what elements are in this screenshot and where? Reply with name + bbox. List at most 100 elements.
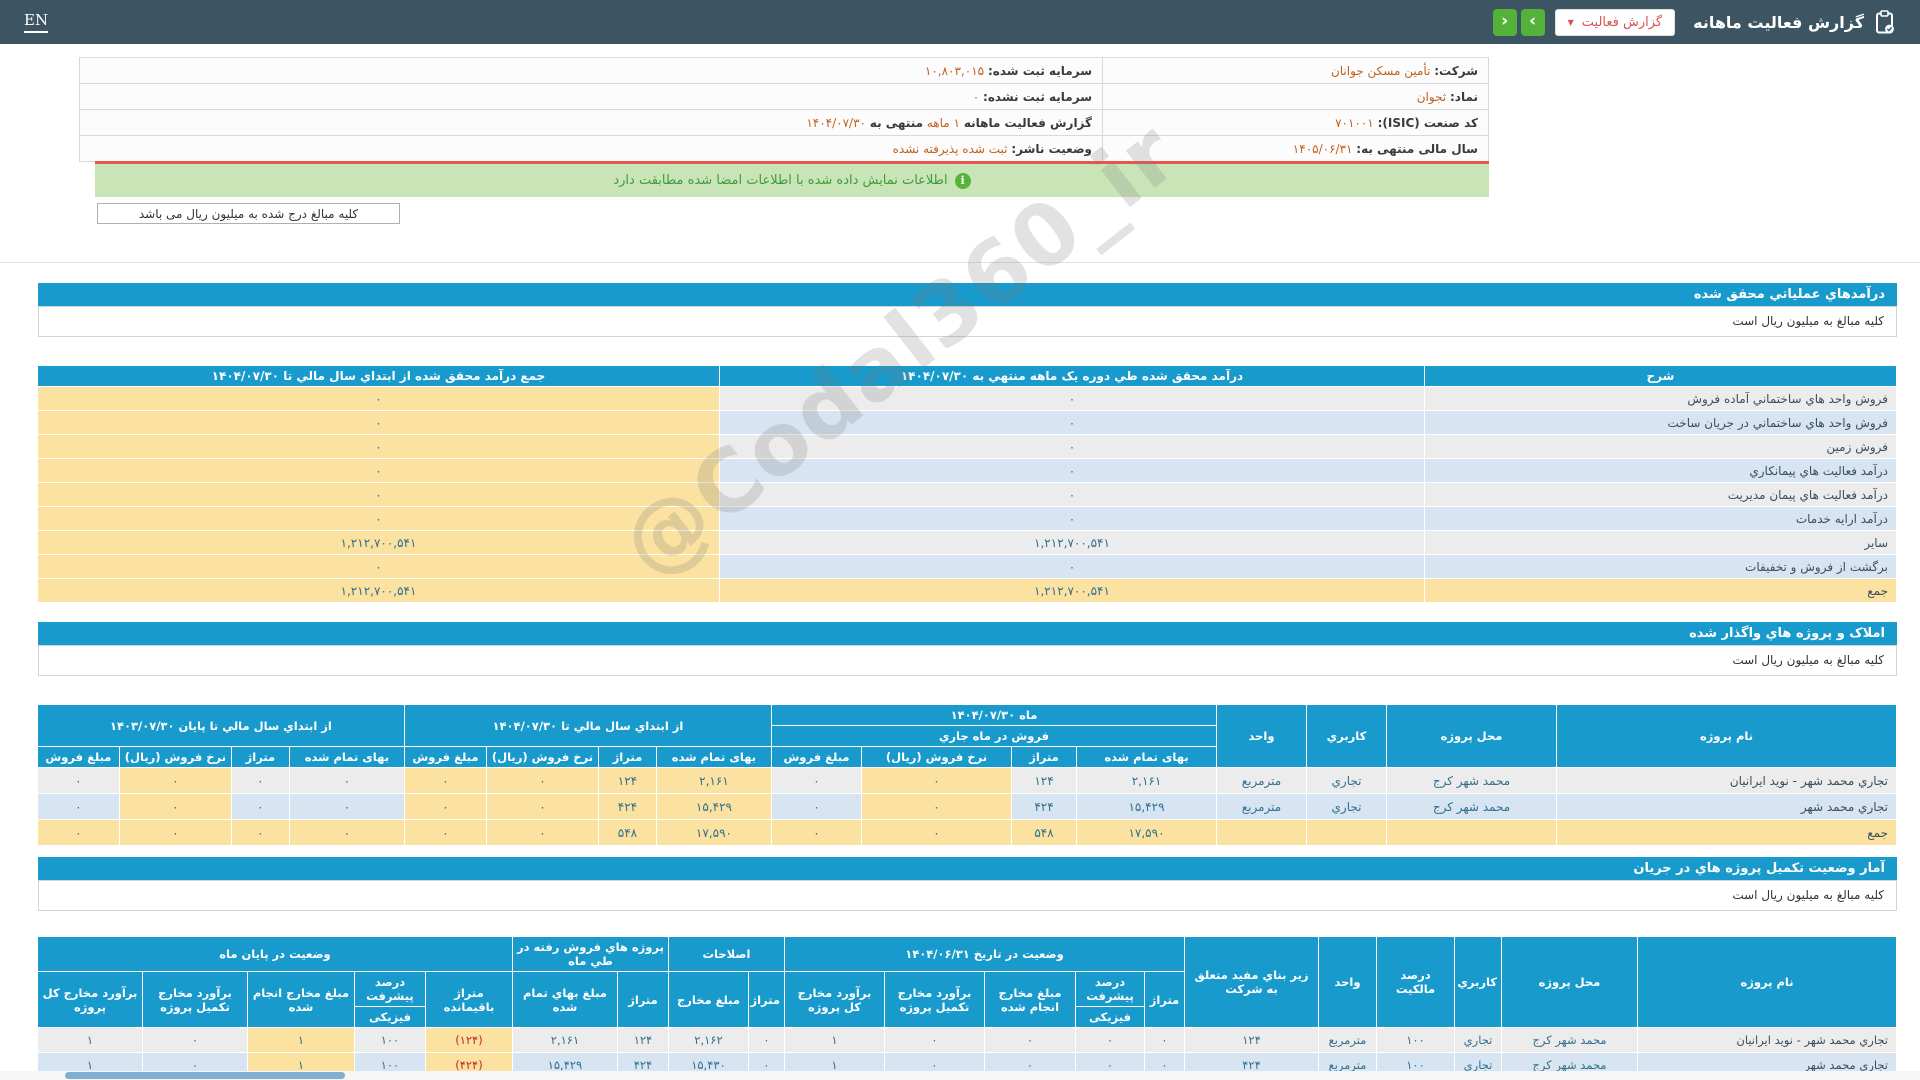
table-cell: ۲,۱۶۲	[668, 1028, 748, 1053]
table-cell: ۰	[1145, 1028, 1185, 1053]
amounts-unit-note: کلیه مبالغ درج شده به میلیون ریال می باش…	[97, 203, 400, 224]
table-cell: محمد شهر کرج	[1502, 1028, 1638, 1053]
table-cell: تجاري	[1307, 768, 1387, 794]
chevron-down-icon: ▼	[1568, 18, 1574, 27]
table-cell: ۱۲۴	[1012, 768, 1077, 794]
table-cell: درآمد فعاليت هاي پيمانکاري	[1425, 459, 1897, 483]
table-cell: ۰	[37, 820, 119, 846]
clipboard-report-icon	[1874, 10, 1896, 34]
report-type-dropdown[interactable]: گزارش فعالیت ▼	[1555, 9, 1676, 36]
company-info-panel: شرکت: تأمین مسکن جوانان سرمایه ثبت شده: …	[80, 57, 1489, 162]
table-row: ساير۱,۲۱۲,۷۰۰,۵۴۱۱,۲۱۲,۷۰۰,۵۴۱	[38, 531, 1897, 555]
table-cell: ۰	[720, 435, 1425, 459]
table-cell: مترمربع	[1217, 768, 1307, 794]
table-cell: مترمربع	[1217, 794, 1307, 820]
table-header: نام پروژه محل پروژه کاربري واحد ماه ۱۴۰۴…	[37, 705, 1896, 768]
col-area: متراژ	[231, 747, 289, 768]
col-ownership-percent: درصد مالکیت	[1377, 937, 1455, 1028]
col-unit: واحد	[1319, 937, 1377, 1028]
table-cell: ۱۰۰	[354, 1028, 425, 1053]
table-cell: محمد شهر کرج	[1387, 794, 1557, 820]
table-row: درآمد فعاليت هاي پيمانکاري۰۰	[38, 459, 1897, 483]
registered-capital-cell: سرمایه ثبت شده: ۱۰,۸۰۳,۰۱۵	[80, 58, 1103, 84]
company-value: تأمین مسکن جوانان	[1331, 64, 1430, 78]
horizontal-scrollbar[interactable]	[0, 1071, 1920, 1080]
col-cumulative-revenue: جمع درآمد محقق شده از ابتداي سال مالي تا…	[38, 366, 720, 387]
table-cell: ۰	[404, 768, 486, 794]
table-cell: (۱۲۴)	[425, 1028, 512, 1053]
section-header-transferred-projects: املاک و پروژه هاي واگذار شده	[38, 622, 1897, 645]
col-project-name: نام پروژه	[1557, 705, 1897, 768]
table-cell: ۱۲۴	[617, 1028, 668, 1053]
col-description: شرح	[1425, 366, 1897, 387]
table-cell: ۰	[38, 411, 720, 435]
col-rate: نرخ فروش (ریال)	[119, 747, 231, 768]
table-cell: ۱۷,۵۹۰	[1077, 820, 1217, 846]
col-area: متراژ	[1145, 972, 1185, 1028]
language-toggle-en[interactable]: EN	[24, 11, 48, 33]
report-type-label: گزارش فعالیت	[1582, 15, 1662, 30]
table-row: درآمد ارايه خدمات۰۰	[38, 507, 1897, 531]
subgroup-current-month-sales: فروش در ماه جاري	[771, 726, 1216, 747]
table-body: فروش واحد هاي ساختماني آماده فروش۰۰فروش …	[38, 387, 1897, 603]
next-report-button[interactable]: ›	[1521, 9, 1545, 36]
table-cell: ۱,۲۱۲,۷۰۰,۵۴۱	[720, 579, 1425, 603]
table-cell: ۰	[771, 794, 861, 820]
table-row: سال مالی منتهی به: ۱۴۰۵/۰۶/۳۱ وضعیت ناشر…	[80, 136, 1489, 162]
col-adjustment-amount: مبلغ مخارج	[668, 972, 748, 1028]
table-cell: فروش زمين	[1425, 435, 1897, 459]
report-period-cell: گزارش فعالیت ماهانه ۱ ماهه منتهی به ۱۴۰۴…	[80, 110, 1103, 136]
col-cost: بهای تمام شده	[1077, 747, 1217, 768]
table-cell: ۲,۱۶۱	[656, 768, 771, 794]
table-cell: ۰	[38, 387, 720, 411]
horizontal-scrollbar-thumb[interactable]	[65, 1072, 345, 1079]
previous-report-button[interactable]: ‹	[1493, 9, 1517, 36]
table-cell: ۰	[720, 411, 1425, 435]
section-header-inprogress-projects: آمار وضعیت تکمیل پروژه هاي در جریان	[38, 857, 1897, 880]
table-cell: جمع	[1425, 579, 1897, 603]
col-useful-area: زیر بناي مفید متعلق به شرکت	[1185, 937, 1319, 1028]
col-estimated-total-cost: برآورد مخارج کل پروژه	[784, 972, 884, 1028]
publisher-status-cell: وضعیت ناشر: ثبت شده پذیرفته نشده	[80, 136, 1103, 162]
table-cell: ۰	[985, 1028, 1076, 1053]
inprogress-projects-table: نام پروژه محل پروژه کاربري درصد مالکیت و…	[37, 936, 1897, 1080]
table-row: فروش واحد هاي ساختماني در جريان ساخت۰۰	[38, 411, 1897, 435]
table-cell: جمع	[1557, 820, 1897, 846]
col-month-revenue: درآمد محقق شده طي دوره يک ماهه منتهي به …	[720, 366, 1425, 387]
table-row: نماد: ثجوان سرمایه ثبت نشده: ۰	[80, 84, 1489, 110]
table-row: تجاري محمد شهر - نوید ایرانیانمحمد شهر ک…	[37, 1028, 1896, 1053]
table-cell: ۱	[247, 1028, 354, 1053]
col-estimated-remaining-cost: برآورد مخارج تکمیل پروژه	[885, 972, 985, 1028]
table-cell: ۱,۲۱۲,۷۰۰,۵۴۱	[720, 531, 1425, 555]
report-content: درآمدهاي عملياتي محقق شده کلیه مبالغ به …	[38, 283, 1897, 1080]
table-cell: ۰	[771, 820, 861, 846]
table-cell: ۴۲۴	[1012, 794, 1077, 820]
info-icon: i	[955, 173, 971, 189]
col-sold-cost: مبلغ بهاي تمام شده	[512, 972, 617, 1028]
group-prev-ytd: از ابتداي سال مالي تا پایان ۱۴۰۳/۰۷/۳۰	[37, 705, 404, 747]
section3-unit-note: کلیه مبالغ به میلیون ریال است	[38, 880, 1897, 911]
unregistered-capital-cell: سرمایه ثبت نشده: ۰	[80, 84, 1103, 110]
col-area: متراژ	[1012, 747, 1077, 768]
table-cell: ۰	[862, 768, 1012, 794]
report-period-length: ۱ ماهه	[927, 116, 960, 130]
table-cell: ۰	[119, 794, 231, 820]
col-spent-amount: مبلغ مخارج انجام شده	[247, 972, 354, 1028]
table-cell: برگشت از فروش و تخفيفات	[1425, 555, 1897, 579]
symbol-cell: نماد: ثجوان	[1103, 84, 1489, 110]
fiscal-year-value: ۱۴۰۵/۰۶/۳۱	[1293, 142, 1353, 156]
table-body: تجاري محمد شهر - نوید ایرانیانمحمد شهر ک…	[37, 768, 1896, 846]
table-cell: ۰	[289, 820, 404, 846]
col-rate: نرخ فروش (ریال)	[862, 747, 1012, 768]
isic-value: ۷۰۱۰۰۱	[1335, 116, 1374, 130]
symbol-value: ثجوان	[1417, 90, 1446, 104]
isic-cell: کد صنعت (ISIC): ۷۰۱۰۰۱	[1103, 110, 1489, 136]
table-cell: ۲,۱۶۱	[1077, 768, 1217, 794]
symbol-label: نماد:	[1450, 90, 1478, 104]
publisher-status-label: وضعیت ناشر:	[1011, 142, 1092, 156]
company-info-table: شرکت: تأمین مسکن جوانان سرمایه ثبت شده: …	[79, 57, 1489, 162]
section1-unit-note: کلیه مبالغ به میلیون ریال است	[38, 306, 1897, 337]
table-cell: ۱۲۴	[1185, 1028, 1319, 1053]
table-row: کد صنعت (ISIC): ۷۰۱۰۰۱ گزارش فعالیت ماها…	[80, 110, 1489, 136]
table-row: فروش زمين۰۰	[38, 435, 1897, 459]
